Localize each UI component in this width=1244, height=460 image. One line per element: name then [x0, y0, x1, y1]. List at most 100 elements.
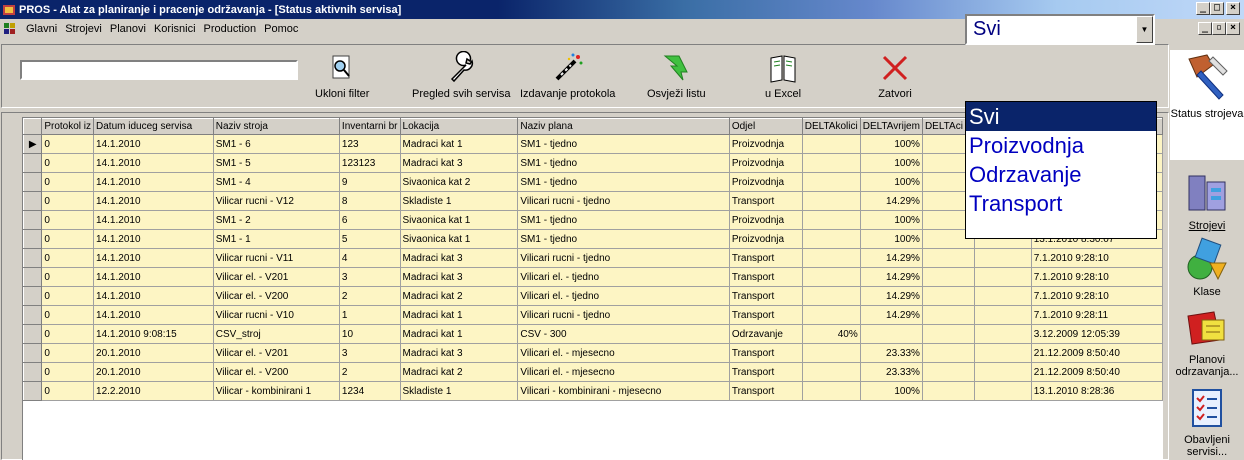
- table-cell[interactable]: SM1 - tjedno: [517, 210, 730, 230]
- menu-korisnici[interactable]: Korisnici: [150, 23, 200, 35]
- row-selector[interactable]: [23, 191, 43, 211]
- table-cell[interactable]: 100%: [859, 153, 923, 173]
- table-cell[interactable]: [974, 343, 1032, 363]
- table-cell[interactable]: Vilicari el. - mjesecno: [517, 343, 730, 363]
- table-cell[interactable]: 2: [338, 362, 401, 382]
- table-cell[interactable]: [921, 286, 976, 306]
- table-cell[interactable]: [801, 229, 861, 249]
- table-cell[interactable]: Madraci kat 1: [399, 324, 519, 344]
- table-cell[interactable]: SM1 - 1: [212, 229, 340, 249]
- table-cell[interactable]: Vilicar rucni - V11: [212, 248, 340, 268]
- table-cell[interactable]: Vilicari rucni - tjedno: [517, 248, 730, 268]
- table-cell[interactable]: [801, 343, 861, 363]
- table-cell[interactable]: 14.1.2010: [93, 210, 214, 230]
- table-row[interactable]: 0 12.2.2010 Vilicar - kombinirani 1 1234 Skl…: [23, 381, 1163, 401]
- table-cell[interactable]: CSV_stroj: [212, 324, 340, 344]
- table-cell[interactable]: Madraci kat 3: [399, 267, 519, 287]
- table-cell[interactable]: [974, 324, 1032, 344]
- row-selector[interactable]: ▶: [23, 134, 43, 154]
- table-cell[interactable]: Proizvodnja: [728, 153, 803, 173]
- sidebar-item-obavljeni[interactable]: Obavljeni servisi...: [1170, 382, 1244, 460]
- table-cell[interactable]: Madraci kat 2: [399, 362, 519, 382]
- table-cell[interactable]: SM1 - tjedno: [517, 172, 730, 192]
- menu-pomoc[interactable]: Pomoc: [260, 23, 302, 35]
- table-cell[interactable]: 3: [338, 267, 401, 287]
- table-cell[interactable]: 13.1.2010 8:28:36: [1030, 381, 1163, 401]
- table-cell[interactable]: 123123: [338, 153, 401, 173]
- column-header[interactable]: Protokol iz: [41, 118, 95, 135]
- row-selector[interactable]: [23, 229, 43, 249]
- table-cell[interactable]: 100%: [859, 172, 923, 192]
- sidebar-item-klase[interactable]: Klase: [1170, 234, 1244, 302]
- table-cell[interactable]: 12.2.2010: [93, 381, 214, 401]
- table-cell[interactable]: 7.1.2010 9:28:10: [1030, 248, 1163, 268]
- table-cell[interactable]: 0: [41, 286, 95, 306]
- sidebar-item-planovi[interactable]: Planovi odrzavanja...: [1170, 302, 1244, 382]
- mdi-child-icon[interactable]: [2, 21, 18, 37]
- table-cell[interactable]: [801, 248, 861, 268]
- table-cell[interactable]: [974, 267, 1032, 287]
- view-all-services-button[interactable]: Pregled svih servisa: [412, 51, 510, 103]
- table-cell[interactable]: 14.1.2010: [93, 248, 214, 268]
- table-cell[interactable]: 14.1.2010: [93, 153, 214, 173]
- table-cell[interactable]: [921, 324, 976, 344]
- chevron-down-icon[interactable]: ▼: [1136, 16, 1153, 43]
- menu-glavni[interactable]: Glavni: [22, 23, 61, 35]
- table-cell[interactable]: 14.1.2010: [93, 286, 214, 306]
- table-cell[interactable]: 14.1.2010: [93, 305, 214, 325]
- row-selector[interactable]: [23, 210, 43, 230]
- table-cell[interactable]: 0: [41, 362, 95, 382]
- table-cell[interactable]: Madraci kat 2: [399, 286, 519, 306]
- table-cell[interactable]: Madraci kat 3: [399, 343, 519, 363]
- table-cell[interactable]: Proizvodnja: [728, 134, 803, 154]
- table-cell[interactable]: 14.1.2010: [93, 191, 214, 211]
- menu-strojevi[interactable]: Strojevi: [61, 23, 106, 35]
- table-cell[interactable]: 0: [41, 134, 95, 154]
- close-view-button[interactable]: Zatvori: [877, 51, 913, 103]
- table-cell[interactable]: 14.1.2010: [93, 229, 214, 249]
- row-selector[interactable]: [23, 305, 43, 325]
- column-header[interactable]: Naziv stroja: [212, 118, 340, 135]
- filter-input[interactable]: [20, 60, 298, 80]
- dropdown-option-proizvodnja[interactable]: Proizvodnja: [966, 131, 1156, 160]
- table-row[interactable]: 0 14.1.2010 Vilicar el. - V200 2 Madraci kat…: [23, 286, 1163, 306]
- table-cell[interactable]: Vilicari rucni - tjedno: [517, 191, 730, 211]
- table-row[interactable]: 0 20.1.2010 Vilicar el. - V200 2 Madraci kat…: [23, 362, 1163, 382]
- table-cell[interactable]: 123: [338, 134, 401, 154]
- table-cell[interactable]: Transport: [728, 267, 803, 287]
- row-selector[interactable]: [23, 248, 43, 268]
- table-cell[interactable]: 7.1.2010 9:28:10: [1030, 286, 1163, 306]
- column-header[interactable]: Datum iduceg servisa: [93, 118, 214, 135]
- table-cell[interactable]: SM1 - 4: [212, 172, 340, 192]
- table-cell[interactable]: 0: [41, 248, 95, 268]
- table-row[interactable]: 0 14.1.2010 9:08:15 CSV_stroj 10 Madraci kat…: [23, 324, 1163, 344]
- table-cell[interactable]: SM1 - 6: [212, 134, 340, 154]
- row-selector[interactable]: [23, 343, 43, 363]
- table-cell[interactable]: [801, 381, 861, 401]
- row-selector[interactable]: [23, 324, 43, 344]
- table-cell[interactable]: 4: [338, 248, 401, 268]
- table-cell[interactable]: [921, 362, 976, 382]
- table-cell[interactable]: [921, 248, 976, 268]
- export-excel-button[interactable]: u Excel: [765, 51, 801, 103]
- row-selector[interactable]: [23, 381, 43, 401]
- table-cell[interactable]: SM1 - tjedno: [517, 134, 730, 154]
- table-cell[interactable]: [974, 381, 1032, 401]
- table-cell[interactable]: Sivaonica kat 1: [399, 210, 519, 230]
- mdi-restore-button[interactable]: ▫: [1212, 22, 1226, 35]
- table-row[interactable]: 0 14.1.2010 Vilicar el. - V201 3 Madraci kat…: [23, 267, 1163, 287]
- table-cell[interactable]: 1: [338, 305, 401, 325]
- table-cell[interactable]: [974, 248, 1032, 268]
- table-cell[interactable]: Skladiste 1: [399, 191, 519, 211]
- table-cell[interactable]: 0: [41, 153, 95, 173]
- table-cell[interactable]: 0: [41, 343, 95, 363]
- table-cell[interactable]: [974, 286, 1032, 306]
- dropdown-option-transport[interactable]: Transport: [966, 189, 1156, 218]
- mdi-close-button[interactable]: ×: [1226, 22, 1240, 35]
- column-header[interactable]: Odjel: [728, 118, 803, 135]
- table-cell[interactable]: [801, 191, 861, 211]
- table-cell[interactable]: 100%: [859, 210, 923, 230]
- table-cell[interactable]: [921, 267, 976, 287]
- row-selector[interactable]: [23, 172, 43, 192]
- table-cell[interactable]: Proizvodnja: [728, 210, 803, 230]
